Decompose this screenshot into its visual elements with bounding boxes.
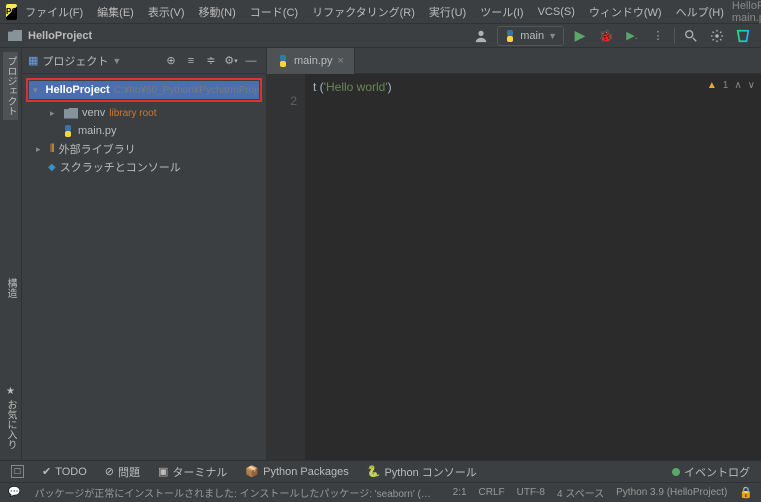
- project-panel-header: ▦ プロジェクト ▼ ⊕ ≡ ≑ ⚙▾ —: [22, 48, 266, 74]
- run-with-coverage-button[interactable]: ▶.: [622, 26, 642, 46]
- more-run-button[interactable]: ⋮: [648, 26, 668, 46]
- menu-refactor[interactable]: リファクタリング(R): [306, 2, 421, 22]
- chevron-right-icon[interactable]: ▸: [36, 144, 46, 155]
- tree-scratches[interactable]: ◆ スクラッチとコンソール: [22, 158, 266, 176]
- code-content[interactable]: t ('Hello world'): [305, 74, 761, 460]
- title-bar: PC ファイル(F) 編集(E) 表示(V) 移動(N) コード(C) リファク…: [0, 0, 761, 24]
- python-icon: [277, 55, 289, 67]
- panel-settings-button[interactable]: ⚙▾: [222, 52, 240, 70]
- locate-file-button[interactable]: ⊕: [162, 52, 180, 70]
- prev-highlight-icon[interactable]: ∧: [734, 80, 741, 91]
- collapse-all-button[interactable]: ≑: [202, 52, 220, 70]
- editor-tabs: main.py ×: [267, 48, 761, 74]
- scratches-icon: ◆: [48, 162, 56, 173]
- expand-all-button[interactable]: ≡: [182, 52, 200, 70]
- breadcrumb-project[interactable]: HelloProject: [28, 30, 92, 42]
- tree-root-project[interactable]: ▾ HelloProject C:¥Ito¥60_Python¥PycharmP…: [29, 81, 259, 99]
- todo-tool-window[interactable]: ✔ TODO: [39, 463, 90, 480]
- readonly-lock-icon[interactable]: 🔒: [739, 486, 753, 499]
- status-message: パッケージが正常にインストールされました: インストールしたパッケージ: 'se…: [34, 485, 438, 500]
- tab-close-button[interactable]: ×: [338, 55, 344, 67]
- debug-button[interactable]: 🐞: [596, 26, 616, 46]
- python-icon: [62, 125, 74, 137]
- menu-file[interactable]: ファイル(F): [19, 2, 89, 22]
- editor-gutter: 2: [267, 74, 305, 460]
- status-popup-icon[interactable]: 💬: [8, 487, 20, 498]
- run-config-selector[interactable]: main ▼: [497, 26, 564, 46]
- file-encoding[interactable]: UTF-8: [517, 487, 545, 498]
- hide-panel-button[interactable]: —: [242, 52, 260, 70]
- left-tool-rail: プロジェクト 構造 ★ お気に入り: [0, 48, 22, 460]
- project-view-selector[interactable]: ▦ プロジェクト ▼: [28, 53, 156, 69]
- toolbox-icon[interactable]: [733, 26, 753, 46]
- editor-tab-main-py[interactable]: main.py ×: [267, 48, 355, 74]
- tool-window-project[interactable]: プロジェクト: [3, 52, 18, 120]
- menu-navigate[interactable]: 移動(N): [193, 2, 242, 22]
- editor-area: main.py × 2 t ('Hello world') ▲ 1 ∧ ∨: [267, 48, 761, 460]
- folder-icon: [8, 30, 22, 41]
- settings-button[interactable]: [707, 26, 727, 46]
- tool-window-button[interactable]: ☐: [8, 463, 27, 480]
- python-console-tool-window[interactable]: 🐍 Python コンソール: [364, 462, 480, 482]
- project-tool-window: ▦ プロジェクト ▼ ⊕ ≡ ≑ ⚙▾ — ▾ HelloProject C:¥…: [22, 48, 267, 460]
- python-icon: [504, 30, 516, 42]
- event-log-button[interactable]: イベントログ: [669, 462, 753, 482]
- window-title: HelloProject - main.py: [732, 0, 761, 24]
- tree-main-py[interactable]: main.py: [22, 122, 266, 140]
- python-packages-tool-window[interactable]: 📦 Python Packages: [242, 463, 351, 480]
- chevron-right-icon[interactable]: ▸: [50, 108, 60, 119]
- navigation-bar: HelloProject main ▼ ▶ 🐞 ▶. ⋮: [0, 24, 761, 48]
- chevron-down-icon: ▼: [112, 56, 121, 66]
- menu-code[interactable]: コード(C): [244, 2, 304, 22]
- chevron-down-icon[interactable]: ▾: [33, 85, 38, 96]
- editor-body[interactable]: 2 t ('Hello world') ▲ 1 ∧ ∨: [267, 74, 761, 460]
- menu-help[interactable]: ヘルプ(H): [670, 2, 730, 22]
- status-bar: 💬 パッケージが正常にインストールされました: インストールしたパッケージ: '…: [0, 482, 761, 502]
- problems-tool-window[interactable]: ⊘ 問題: [102, 462, 143, 482]
- menu-tools[interactable]: ツール(I): [474, 2, 529, 22]
- tree-external-libraries[interactable]: ▸ ⫴ 外部ライブラリ: [22, 140, 266, 158]
- libraries-icon: ⫴: [50, 143, 55, 156]
- event-dot-icon: [672, 468, 680, 476]
- tool-window-favorites[interactable]: ★ お気に入り: [3, 382, 18, 454]
- line-separator[interactable]: CRLF: [479, 487, 505, 498]
- chevron-down-icon: ▼: [548, 31, 557, 41]
- add-config-icon[interactable]: [471, 26, 491, 46]
- main-area: プロジェクト 構造 ★ お気に入り ▦ プロジェクト ▼ ⊕ ≡ ≑ ⚙▾ — …: [0, 48, 761, 460]
- run-button[interactable]: ▶: [570, 26, 590, 46]
- indent-setting[interactable]: 4 スペース: [557, 485, 604, 500]
- next-highlight-icon[interactable]: ∨: [748, 80, 755, 91]
- python-interpreter[interactable]: Python 3.9 (HelloProject): [616, 487, 727, 498]
- menu-edit[interactable]: 編集(E): [91, 2, 140, 22]
- caret-position[interactable]: 2:1: [453, 487, 467, 498]
- bottom-tool-bar: ☐ ✔ TODO ⊘ 問題 ▣ ターミナル 📦 Python Packages …: [0, 460, 761, 482]
- folder-icon: [64, 108, 78, 119]
- menu-vcs[interactable]: VCS(S): [532, 4, 581, 20]
- app-icon: PC: [6, 4, 17, 20]
- highlighted-selection-box: ▾ HelloProject C:¥Ito¥60_Python¥PycharmP…: [26, 78, 262, 102]
- menu-view[interactable]: 表示(V): [142, 2, 191, 22]
- tree-venv-folder[interactable]: ▸ venv library root: [22, 104, 266, 122]
- menu-run[interactable]: 実行(U): [423, 2, 472, 22]
- warning-icon: ▲: [707, 80, 717, 91]
- menu-window[interactable]: ウィンドウ(W): [583, 2, 668, 22]
- inspection-widget[interactable]: ▲ 1 ∧ ∨: [711, 74, 761, 96]
- tool-window-structure[interactable]: 構造: [3, 274, 18, 302]
- search-everywhere-button[interactable]: [681, 26, 701, 46]
- project-tree: ▾ HelloProject C:¥Ito¥60_Python¥PycharmP…: [22, 74, 266, 180]
- terminal-tool-window[interactable]: ▣ ターミナル: [155, 462, 230, 482]
